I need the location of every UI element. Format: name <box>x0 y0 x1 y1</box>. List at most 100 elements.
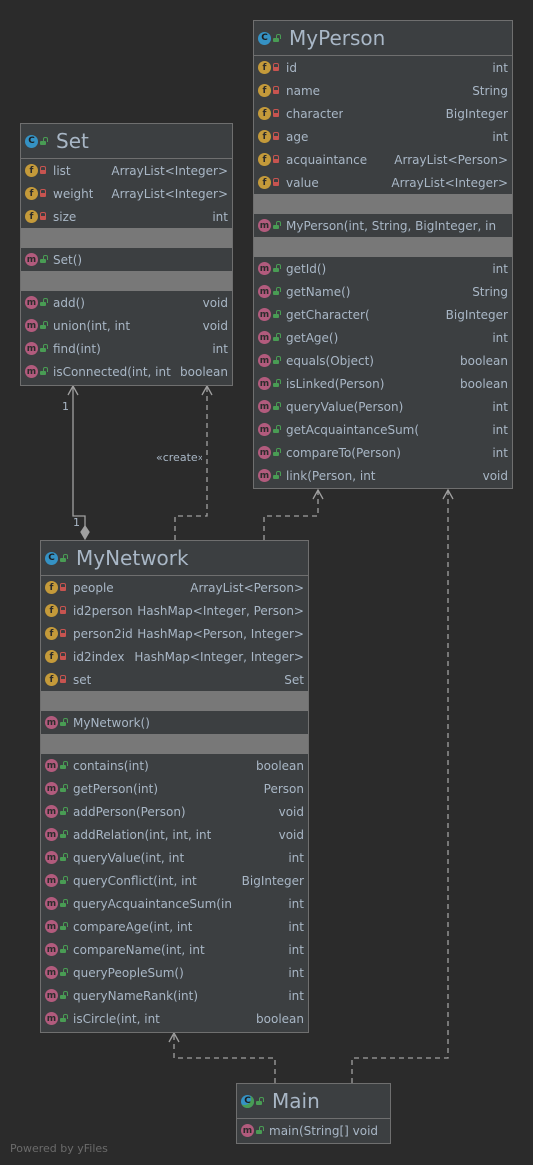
method-name: addPerson(Person) <box>73 804 186 819</box>
public-lock-icon <box>273 288 279 295</box>
method-name: add() <box>53 295 85 310</box>
return-type: void <box>278 827 304 842</box>
class-name: MyNetwork <box>76 546 189 570</box>
field-name: id2index <box>73 649 125 664</box>
class-icon: C <box>241 1094 254 1108</box>
section-separator <box>21 271 232 291</box>
field-row[interactable]: f id int <box>254 56 512 79</box>
method-icon: m <box>258 423 271 436</box>
method-row[interactable]: m add() void <box>21 291 232 314</box>
field-row[interactable]: f people ArrayList<Person> <box>41 576 308 599</box>
field-row[interactable]: f id2person HashMap<Integer, Person> <box>41 599 308 622</box>
field-row[interactable]: f character BigInteger <box>254 102 512 125</box>
method-icon: m <box>45 851 58 864</box>
method-row[interactable]: m union(int, int void <box>21 314 232 337</box>
section-separator <box>254 237 512 257</box>
section-separator <box>41 734 308 754</box>
method-icon: m <box>45 989 58 1002</box>
method-icon: m <box>25 342 38 355</box>
method-row[interactable]: m equals(Object) boolean <box>254 349 512 372</box>
method-icon: m <box>45 874 58 887</box>
class-mynetwork[interactable]: C MyNetwork f people ArrayList<Person> f id2pe… <box>40 540 309 1033</box>
field-row[interactable]: f id2index HashMap<Integer, Integer> <box>41 645 308 668</box>
field-row[interactable]: f weight ArrayList<Integer> <box>21 182 232 205</box>
field-name: age <box>286 129 309 144</box>
private-lock-icon <box>40 212 46 220</box>
constructor-row[interactable]: m MyPerson(int, String, BigInteger, in <box>254 214 512 237</box>
return-type: BigInteger <box>445 307 508 322</box>
field-icon: f <box>25 164 38 177</box>
public-lock-icon <box>40 256 46 263</box>
method-row[interactable]: m main(String[] void <box>237 1119 390 1142</box>
method-name: MyPerson(int, String, BigInteger, in <box>286 218 497 233</box>
field-icon: f <box>45 627 58 640</box>
method-row[interactable]: m queryAcquaintanceSum(in int <box>41 892 308 915</box>
public-lock-icon <box>60 831 66 838</box>
return-type: int <box>288 965 304 980</box>
public-lock-icon <box>60 808 66 815</box>
class-myperson[interactable]: C MyPerson f id int f name String f character BigI… <box>253 20 513 489</box>
method-name: getCharacter( <box>286 307 370 322</box>
field-row[interactable]: f value ArrayList<Integer> <box>254 171 512 194</box>
field-row[interactable]: f size int <box>21 205 232 228</box>
method-row[interactable]: m contains(int) boolean <box>41 754 308 777</box>
public-lock-icon <box>273 449 279 456</box>
method-row[interactable]: m queryConflict(int, int BigInteger <box>41 869 308 892</box>
public-lock-icon <box>273 426 279 433</box>
method-row[interactable]: m isCircle(int, int boolean <box>41 1007 308 1030</box>
field-type: HashMap<Integer, Integer> <box>134 649 304 664</box>
method-row[interactable]: m queryPeopleSum() int <box>41 961 308 984</box>
method-row[interactable]: m queryValue(int, int int <box>41 846 308 869</box>
method-row[interactable]: m getCharacter(BigInteger <box>254 303 512 326</box>
private-lock-icon <box>60 583 66 591</box>
method-row[interactable]: m find(int) int <box>21 337 232 360</box>
method-row[interactable]: m queryValue(Person) int <box>254 395 512 418</box>
method-row[interactable]: m getName() String <box>254 280 512 303</box>
field-icon: f <box>25 187 38 200</box>
field-row[interactable]: f name String <box>254 79 512 102</box>
field-row[interactable]: f person2id HashMap<Person, Integer> <box>41 622 308 645</box>
class-header[interactable]: C MyPerson <box>254 21 512 56</box>
method-row[interactable]: m addRelation(int, int, int void <box>41 823 308 846</box>
constructor-row[interactable]: m MyNetwork() <box>41 711 308 734</box>
class-set[interactable]: C Set f list ArrayList<Integer> f weight ArrayL… <box>20 123 233 386</box>
class-main[interactable]: C Main m main(String[] void <box>236 1083 391 1144</box>
field-name: weight <box>53 186 94 201</box>
field-icon: f <box>258 130 271 143</box>
field-row[interactable]: f age int <box>254 125 512 148</box>
method-row[interactable]: m compareAge(int, int int <box>41 915 308 938</box>
method-row[interactable]: m getId() int <box>254 257 512 280</box>
field-row[interactable]: f set Set <box>41 668 308 691</box>
method-row[interactable]: m isConnected(int, int boolean <box>21 360 232 383</box>
method-row[interactable]: m link(Person, int void <box>254 464 512 487</box>
field-icon: f <box>25 210 38 223</box>
field-type: ArrayList<Integer> <box>111 186 228 201</box>
return-type: int <box>492 330 508 345</box>
field-row[interactable]: f list ArrayList<Integer> <box>21 159 232 182</box>
class-header[interactable]: C Set <box>21 124 232 159</box>
class-header[interactable]: C Main <box>237 1084 390 1119</box>
method-row[interactable]: m getAge() int <box>254 326 512 349</box>
method-name: union(int, int <box>53 318 131 333</box>
field-type: String <box>472 83 508 98</box>
constructor-row[interactable]: m Set() <box>21 248 232 271</box>
method-name: compareAge(int, int <box>73 919 193 934</box>
method-row[interactable]: m getAcquaintanceSum(int <box>254 418 512 441</box>
method-row[interactable]: m compareName(int, int int <box>41 938 308 961</box>
public-lock-icon <box>60 1015 66 1022</box>
method-name: MyNetwork() <box>73 715 150 730</box>
method-name: getPerson(int) <box>73 781 159 796</box>
method-row[interactable]: m isLinked(Person) boolean <box>254 372 512 395</box>
return-type: void <box>202 318 228 333</box>
method-row[interactable]: m addPerson(Person) void <box>41 800 308 823</box>
field-row[interactable]: f acquaintance ArrayList<Person> <box>254 148 512 171</box>
method-icon: m <box>258 354 271 367</box>
method-icon: m <box>258 262 271 275</box>
method-row[interactable]: m getPerson(int) Person <box>41 777 308 800</box>
class-header[interactable]: C MyNetwork <box>41 541 308 576</box>
method-row[interactable]: m compareTo(Person) int <box>254 441 512 464</box>
method-icon: m <box>258 219 271 232</box>
field-type: int <box>212 209 228 224</box>
public-lock-icon <box>40 138 46 145</box>
method-row[interactable]: m queryNameRank(int) int <box>41 984 308 1007</box>
